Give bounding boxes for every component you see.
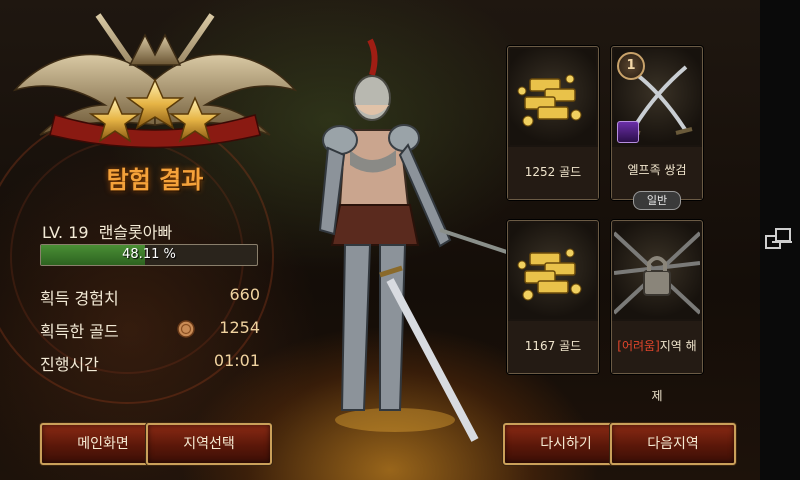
stat-xp-label: 획득 경험치 (40, 289, 119, 308)
character-level-row: LV. 19 랜슬롯아빠 (42, 219, 182, 243)
reward-card-elf-swords[interactable]: 1 엘프족 쌍검 일반 (611, 46, 703, 210)
reward-card-gold-2[interactable]: 1167 골드 (507, 220, 599, 374)
locked-chains-icon (614, 223, 700, 319)
xp-progress-bar: 48.11 % (40, 244, 258, 266)
stat-xp-value: 660 (229, 285, 260, 304)
item-count-badge: 1 (617, 52, 645, 80)
reward-caption: 1252 골드 (508, 147, 598, 199)
next-region-button[interactable]: 다음지역 (610, 423, 736, 465)
star-rating-crest (12, 13, 298, 149)
gold-coin-icon (177, 320, 195, 338)
stat-time-value: 01:01 (213, 351, 260, 370)
xp-progress-text: 48.11 % (122, 247, 176, 262)
reward-caption: 1167 골드 (508, 321, 598, 373)
game-scene-background: 탐험 결과 LV. 19 랜슬롯아빠 48.11 % 획득 경험치 660 획득한… (0, 0, 760, 480)
item-grade-badge: 일반 (633, 191, 681, 210)
region-select-button[interactable]: 지역선택 (146, 423, 272, 465)
level-label: LV. 19 (42, 223, 89, 242)
gold-bars-icon (510, 49, 596, 145)
result-title: 탐험 결과 (106, 166, 204, 194)
stat-gold-value: 1254 (219, 318, 260, 337)
stat-time-label: 진행시간 (40, 355, 99, 374)
reward-caption: [어려움]지역 해제 (612, 321, 702, 403)
reward-card-gold-1[interactable]: 1252 골드 (507, 46, 599, 200)
stat-gold-label: 획득한 골드 (40, 322, 119, 341)
stat-gold-row: 획득한 골드 1254 (40, 318, 260, 342)
hero-character-image (318, 38, 530, 442)
stat-xp-row: 획득 경험치 660 (40, 285, 260, 309)
window-resize-icon[interactable] (764, 226, 796, 252)
reward-card-region-unlock[interactable]: [어려움]지역 해제 (611, 220, 703, 403)
character-name: 랜슬롯아빠 (98, 223, 173, 242)
lightning-skill-icon (617, 121, 639, 143)
stat-time-row: 진행시간 01:01 (40, 351, 260, 375)
difficulty-tag: [어려움] (617, 339, 660, 353)
gold-bars-icon (510, 223, 596, 319)
